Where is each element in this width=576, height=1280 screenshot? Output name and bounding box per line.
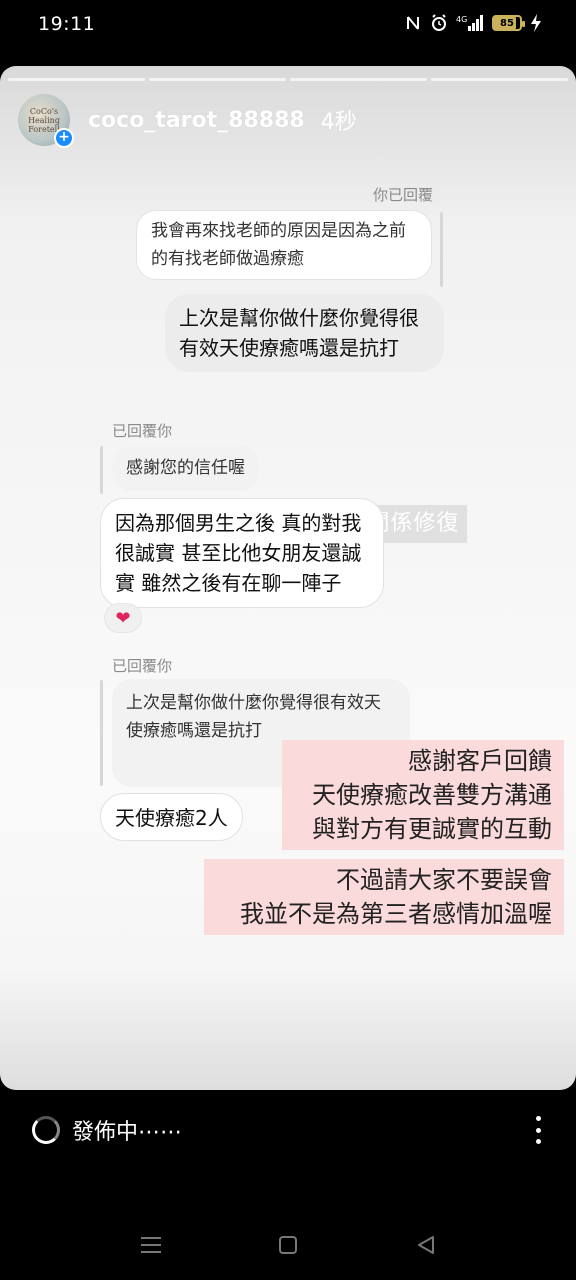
username[interactable]: coco_tarot_88888 [88,108,305,133]
network-type: 4G [456,15,467,24]
story-card[interactable]: CoCo's Healing Foretell + coco_tarot_888… [0,66,576,1090]
home-icon[interactable] [276,1234,300,1256]
story-progress-segment [8,78,145,81]
signal-4g-icon: 4G [456,14,484,32]
text-sticker-line: 與對方有更誠實的互動 [312,815,552,843]
story-progress [8,78,568,81]
quote-line [100,680,103,786]
status-icons: 4G 85 [404,14,542,32]
quoted-message: 我會再來找老師的原因是因為之前的有找老師做過療癒 [136,210,432,280]
posting-bar [0,1090,576,1210]
quoted-message: 感謝您的信任喔 [112,445,259,491]
message-incoming: 天使療癒2人 [100,793,243,841]
text-sticker[interactable]: 不過請大家不要誤會 我並不是為第三者感情加溫喔 [204,859,564,935]
heart-icon: ❤ [115,607,131,629]
battery-level: 85 [500,17,514,29]
reply-label: 已回覆你 [112,422,173,440]
system-nav-bar [0,1210,576,1280]
loading-spinner-icon [32,1116,60,1144]
reply-label: 已回覆你 [112,657,173,675]
text-sticker-line: 我並不是為第三者感情加溫喔 [240,900,552,928]
alarm-icon [430,14,448,32]
add-story-icon[interactable]: + [54,128,74,148]
text-sticker[interactable]: 感謝客戶回饋 天使療癒改善雙方溝通 與對方有更誠實的互動 [282,740,564,850]
more-options-icon[interactable] [534,1116,542,1144]
clock: 19:11 [38,13,96,35]
text-sticker-line: 感謝客戶回饋 [408,747,552,775]
story-header: CoCo's Healing Foretell + coco_tarot_888… [18,94,357,148]
reply-label: 你已回覆 [372,186,433,204]
story-progress-segment [149,78,286,81]
avatar[interactable]: CoCo's Healing Foretell + [18,94,74,148]
message-outgoing: 上次是幫你做什麼你覺得很有效天使療癒嗎還是抗打 [165,294,444,372]
story-progress-segment [290,78,427,81]
time-ago: 4秒 [320,110,357,135]
message-incoming: 因為那個男生之後 真的對我很誠實 甚至比他女朋友還誠實 雖然之後有在聊一陣子 [100,498,384,608]
quote-line [100,446,103,494]
nfc-icon [404,14,422,32]
story-progress-segment [431,78,568,81]
text-sticker-line: 不過請大家不要誤會 [336,866,552,894]
back-icon[interactable] [414,1234,438,1256]
text-sticker-line: 天使療癒改善雙方溝通 [312,781,552,809]
battery-icon: 85 [492,15,525,31]
menu-icon[interactable] [139,1234,163,1256]
charging-icon [530,14,542,32]
status-bar: 19:11 4G 85 [0,0,576,52]
quote-line [440,212,443,287]
heart-reaction: ❤ [104,603,142,633]
posting-status: 發佈中⋯⋯ [72,1120,183,1145]
